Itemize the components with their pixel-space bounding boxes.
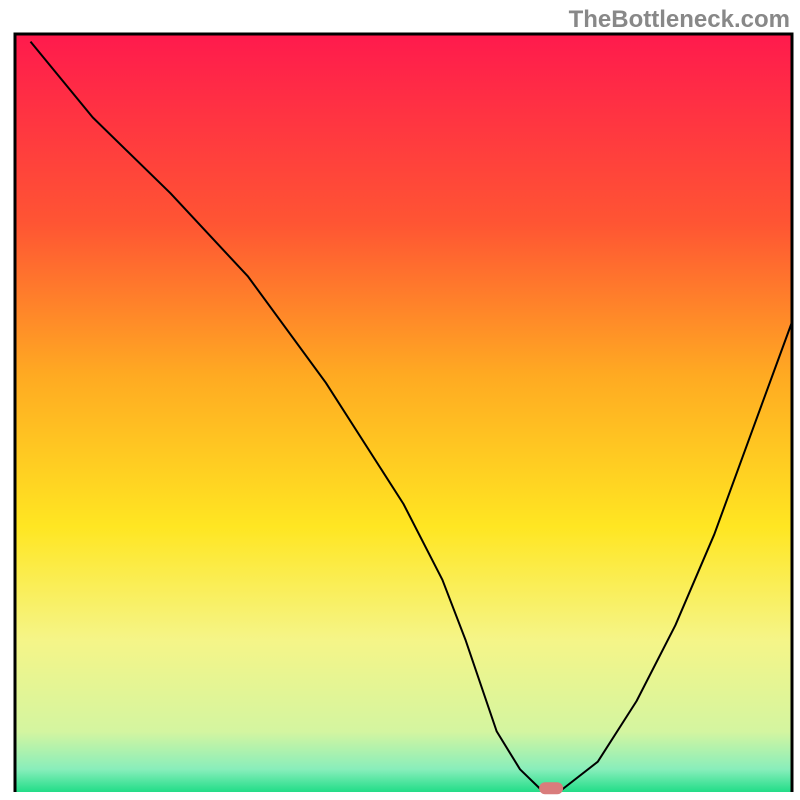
chart-svg	[0, 0, 800, 800]
watermark-text: TheBottleneck.com	[569, 6, 790, 34]
bottleneck-chart: TheBottleneck.com	[0, 0, 800, 800]
optimal-marker	[539, 782, 563, 794]
plot-background	[15, 34, 792, 792]
